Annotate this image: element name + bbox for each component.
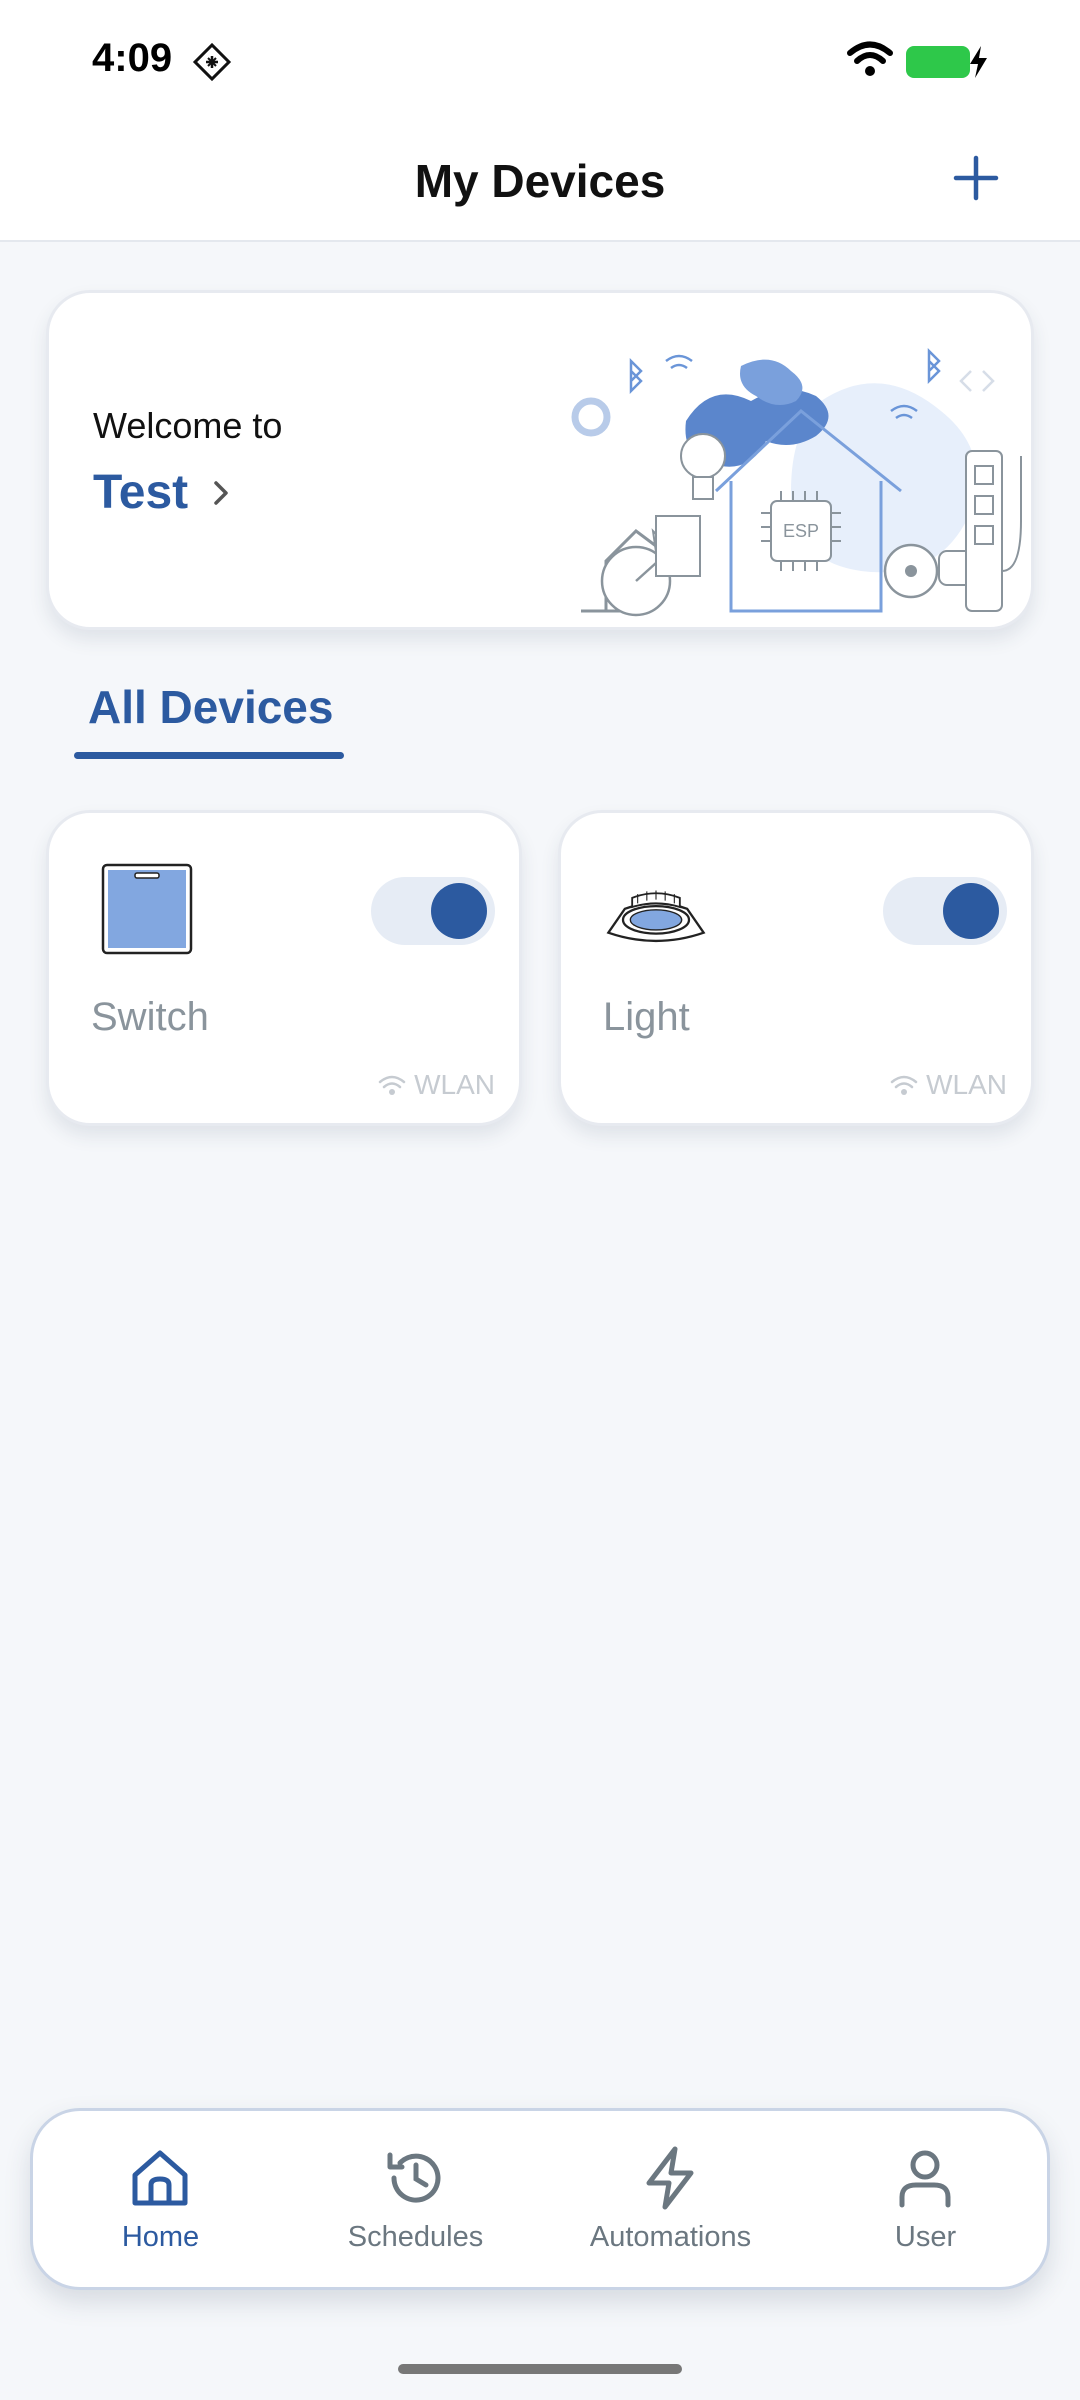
nav-schedules-label: Schedules	[347, 2221, 484, 2253]
nav-automations[interactable]: Automations	[543, 2111, 798, 2293]
nav-automations-label: Automations	[589, 2221, 752, 2253]
smart-home-illustration: ESP	[571, 347, 1022, 617]
light-device-icon	[606, 890, 706, 943]
device-power-toggle[interactable]	[883, 877, 1007, 945]
nav-home[interactable]: Home	[33, 2111, 288, 2293]
battery-icon	[906, 46, 970, 78]
wifi-small-icon	[890, 1075, 918, 1095]
connection-label: WLAN	[926, 1069, 1007, 1100]
page-title: My Devices	[414, 155, 666, 207]
connection-type: WLAN	[890, 1069, 1007, 1101]
home-icon	[132, 2150, 188, 2206]
connection-type: WLAN	[378, 1069, 495, 1101]
device-card-light[interactable]: Light WLAN	[558, 810, 1034, 1126]
nav-user[interactable]: User	[798, 2111, 1053, 2293]
user-icon	[899, 2150, 951, 2208]
toggle-knob	[943, 883, 999, 939]
diamond-grid-icon	[192, 42, 232, 82]
home-indicator	[398, 2364, 682, 2374]
nav-user-label: User	[894, 2221, 957, 2253]
home-selector[interactable]: Test	[93, 465, 236, 520]
device-power-toggle[interactable]	[371, 877, 495, 945]
nav-schedules[interactable]: Schedules	[288, 2111, 543, 2293]
home-name: Test	[93, 466, 189, 519]
nav-home-label: Home	[121, 2221, 200, 2253]
device-name: Switch	[91, 995, 209, 1039]
app-header: My Devices	[0, 120, 1080, 242]
device-name: Light	[603, 995, 690, 1039]
charging-bolt-icon	[970, 46, 987, 78]
wifi-small-icon	[378, 1075, 406, 1095]
welcome-card: Welcome to Test ESP	[46, 290, 1034, 630]
schedules-history-icon	[387, 2152, 441, 2203]
wifi-icon	[847, 41, 893, 76]
tab-all-devices-label: All Devices	[88, 681, 334, 733]
connection-label: WLAN	[414, 1069, 495, 1100]
tab-indicator	[74, 752, 344, 759]
device-card-switch[interactable]: Switch WLAN	[46, 810, 522, 1126]
status-time: 4:09	[92, 36, 173, 80]
add-device-button[interactable]	[948, 150, 1004, 206]
welcome-greeting: Welcome to	[93, 405, 283, 446]
bottom-navigation: Home Schedules Automations User	[30, 2108, 1050, 2290]
svg-text:ESP: ESP	[783, 521, 819, 541]
app-root: 4:09 My Devices Welcome to Test ESP All …	[0, 0, 1080, 2400]
chevron-right-icon	[214, 480, 228, 505]
lightning-icon	[646, 2146, 694, 2210]
switch-device-icon	[101, 863, 193, 955]
status-bar: 4:09	[0, 0, 1080, 120]
tab-all-devices[interactable]: All Devices	[74, 680, 344, 760]
toggle-knob	[431, 883, 487, 939]
